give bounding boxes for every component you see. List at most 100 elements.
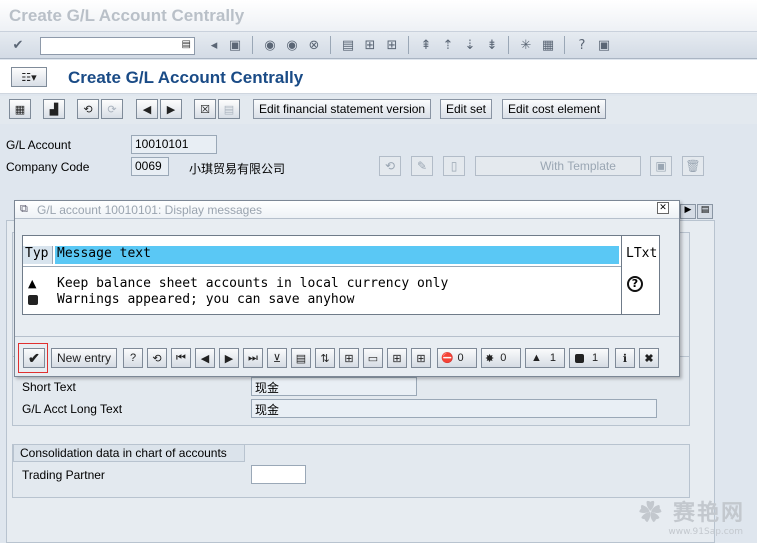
messages-dialog: ⧉ G/L account 10010101: Display messages…	[14, 200, 680, 377]
copy-icon[interactable]: ⟲	[379, 156, 401, 176]
command-dropdown-icon[interactable]: ▤	[182, 39, 191, 50]
col-header-type[interactable]: Typ	[23, 246, 53, 264]
short-text-field[interactable]: 现金	[251, 377, 417, 396]
check-icon[interactable]: ⟲	[77, 99, 99, 119]
edit-fs-version-button[interactable]: Edit financial statement version	[253, 99, 432, 119]
disabled-action-icon[interactable]: ⟳	[101, 99, 123, 119]
trading-partner-label: Trading Partner	[22, 468, 105, 482]
previous-entry-icon[interactable]: ◀	[195, 348, 215, 368]
column-divider	[621, 236, 622, 314]
tab-list-icon[interactable]: ▤	[697, 204, 713, 219]
separator	[408, 36, 409, 54]
triangle-left-icon[interactable]: ◂	[205, 36, 223, 54]
with-template-button[interactable]: With Template	[475, 156, 641, 176]
print-icon[interactable]: ▤	[291, 348, 311, 368]
new-session-icon[interactable]: ✳	[517, 36, 535, 54]
dialog-close-icon[interactable]: ✕	[657, 202, 669, 214]
help-icon[interactable]: ?	[573, 36, 591, 54]
dialog-window-icon: ⧉	[20, 202, 28, 215]
continue-check-icon[interactable]: ✔	[23, 348, 45, 368]
watermark-url: www.91Sap.com	[668, 527, 743, 537]
first-entry-icon[interactable]: ⏮	[171, 348, 191, 368]
technical-info-icon[interactable]: ⟲	[147, 348, 167, 368]
with-template-label: With Template	[540, 159, 616, 173]
back-icon[interactable]: ◉	[261, 36, 279, 54]
application-toolbar: ▦ ▟ ⟲ ⟳ ◀ ▶ ☒ ▤ Edit financial statement…	[0, 96, 757, 124]
find-icon[interactable]: ⊞	[361, 36, 379, 54]
short-text-label: Short Text	[22, 380, 76, 394]
cancel-icon[interactable]: ⊗	[305, 36, 323, 54]
window-title-bar: Create G/L Account Centrally	[0, 0, 757, 32]
exit-icon[interactable]: ◉	[283, 36, 301, 54]
last-page-icon[interactable]: ⇟	[483, 36, 501, 54]
details-icon[interactable]: ℹ	[615, 348, 635, 368]
new-document-icon[interactable]: ▯	[443, 156, 465, 176]
local-file-icon[interactable]: ▭	[363, 348, 383, 368]
trash-icon[interactable]: 🗑	[682, 156, 704, 176]
find-next-icon[interactable]: ⊞	[411, 348, 431, 368]
error-filter-button[interactable]: ✸ 0	[481, 348, 521, 368]
warning-filter-button[interactable]: ▲ 1	[525, 348, 565, 368]
message-table: Typ Message text LTxt ▲ Keep balance she…	[22, 235, 660, 315]
consolidation-header: Consolidation data in chart of accounts	[13, 444, 245, 462]
message-text: Warnings appeared; you can save anyhow	[57, 292, 355, 307]
company-code-field[interactable]: 0069	[131, 157, 169, 176]
filter-icon[interactable]: ⊻	[267, 348, 287, 368]
tab-scroll-right-icon[interactable]: ▶	[680, 204, 696, 219]
new-entry-button[interactable]: New entry	[51, 348, 117, 368]
delete-icon[interactable]: ☒	[194, 99, 216, 119]
long-text-field[interactable]: 现金	[251, 399, 657, 418]
info-filter-button[interactable]: 1	[569, 348, 609, 368]
first-page-icon[interactable]: ⇞	[417, 36, 435, 54]
dialog-divider	[15, 336, 679, 337]
company-code-label: Company Code	[6, 160, 90, 174]
stop-filter-button[interactable]: ⛔ 0	[437, 348, 477, 368]
last-entry-icon[interactable]: ⏭	[243, 348, 263, 368]
other-object-icon[interactable]: ▟	[43, 99, 65, 119]
next-entry-icon[interactable]: ▶	[219, 348, 239, 368]
document-icon[interactable]: ▤	[218, 99, 240, 119]
previous-icon[interactable]: ◀	[136, 99, 158, 119]
command-field[interactable]: ▤	[40, 37, 195, 55]
find-icon[interactable]: ⊞	[387, 348, 407, 368]
find-next-icon[interactable]: ⊞	[383, 36, 401, 54]
error-count: 0	[500, 352, 507, 364]
table-row[interactable]: ▲ Keep balance sheet accounts in local c…	[23, 276, 621, 292]
trading-partner-field[interactable]	[251, 465, 306, 484]
separator	[508, 36, 509, 54]
edit-cost-element-button[interactable]: Edit cost element	[502, 99, 607, 119]
print-icon[interactable]: ▤	[339, 36, 357, 54]
error-icon: ✸	[485, 352, 495, 365]
save-icon[interactable]: ▣	[226, 36, 244, 54]
warning-icon: ▲	[531, 352, 542, 364]
table-row[interactable]: Warnings appeared; you can save anyhow	[23, 292, 621, 308]
lock-icon[interactable]: ▣	[650, 156, 672, 176]
menu-toggle-icon[interactable]: ☷▾	[11, 67, 47, 87]
display-change-icon[interactable]: ▦	[9, 99, 31, 119]
edit-set-button[interactable]: Edit set	[440, 99, 493, 119]
dialog-title-bar: ⧉ G/L account 10010101: Display messages…	[15, 201, 679, 219]
col-header-ltxt[interactable]: LTxt	[625, 246, 659, 264]
header-divider	[23, 266, 621, 267]
export-icon[interactable]: ⊞	[339, 348, 359, 368]
shortcut-icon[interactable]: ▦	[539, 36, 557, 54]
col-header-text[interactable]: Message text	[55, 246, 619, 264]
next-icon[interactable]: ▶	[160, 99, 182, 119]
gl-account-field[interactable]: 10010101	[131, 135, 217, 154]
system-toolbar: ✔ ▤ ◂ ▣ ◉ ◉ ⊗ ▤ ⊞ ⊞ ⇞ ⇡ ⇣ ⇟ ✳ ▦ ? ▣	[0, 32, 757, 59]
company-name-text: 小琪贸易有限公司	[189, 162, 286, 176]
help-icon[interactable]: ?	[123, 348, 143, 368]
next-page-icon[interactable]: ⇣	[461, 36, 479, 54]
layout-menu-icon[interactable]: ▣	[595, 36, 613, 54]
info-count: 1	[592, 352, 599, 364]
sort-icon[interactable]: ⇅	[315, 348, 335, 368]
info-square-icon	[28, 295, 38, 305]
app-title-bar: ☷▾ Create G/L Account Centrally	[0, 60, 757, 94]
stop-icon: ⛔	[441, 352, 454, 364]
prev-page-icon[interactable]: ⇡	[439, 36, 457, 54]
edit-pencil-icon[interactable]: ✎	[411, 156, 433, 176]
enter-check-icon[interactable]: ✔	[9, 36, 27, 54]
watermark-logo: ✿ 赛艳网	[639, 500, 745, 526]
close-icon[interactable]: ✖	[639, 348, 659, 368]
long-text-help-icon[interactable]: ?	[627, 276, 643, 292]
